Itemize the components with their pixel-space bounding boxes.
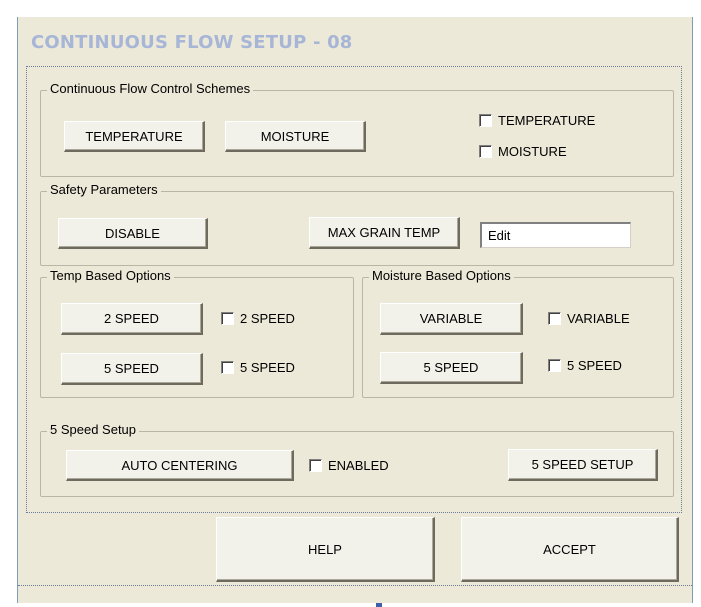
temperature-checkbox-box[interactable] <box>479 114 492 127</box>
max-grain-temp-button[interactable]: MAX GRAIN TEMP <box>309 217 460 249</box>
window-title: CONTINUOUS FLOW SETUP - 08 <box>31 32 353 53</box>
temperature-checkbox-label: TEMPERATURE <box>498 113 596 128</box>
bottom-divider <box>18 585 692 586</box>
moisture-5-speed-checkbox-label: 5 SPEED <box>567 358 622 373</box>
moisture-variable-checkbox[interactable]: VARIABLE <box>548 311 630 326</box>
moisture-checkbox-label: MOISTURE <box>498 144 567 159</box>
enabled-checkbox-label: ENABLED <box>328 458 389 473</box>
moisture-checkbox-box[interactable] <box>479 145 492 158</box>
enabled-checkbox[interactable]: ENABLED <box>309 458 389 473</box>
moisture-5-speed-button[interactable]: 5 SPEED <box>380 352 523 384</box>
moisture-5-speed-checkbox-box[interactable] <box>548 359 561 372</box>
moisture-variable-checkbox-label: VARIABLE <box>567 311 630 326</box>
temp-options-group: Temp Based Options 2 SPEED 2 SPEED 5 SPE… <box>40 268 354 398</box>
five-speed-setup-group: 5 Speed Setup AUTO CENTERING ENABLED 5 S… <box>40 422 674 497</box>
control-schemes-legend: Continuous Flow Control Schemes <box>47 81 254 96</box>
enabled-checkbox-box[interactable] <box>309 459 322 472</box>
temp-5-speed-button[interactable]: 5 SPEED <box>61 353 203 385</box>
disable-button[interactable]: DISABLE <box>58 218 208 249</box>
moisture-checkbox[interactable]: MOISTURE <box>479 144 567 159</box>
safety-group: Safety Parameters DISABLE MAX GRAIN TEMP <box>40 182 674 266</box>
temp-5-speed-checkbox[interactable]: 5 SPEED <box>221 360 295 375</box>
moisture-options-group: Moisture Based Options VARIABLE VARIABLE… <box>362 268 674 398</box>
five-speed-setup-button[interactable]: 5 SPEED SETUP <box>508 449 658 481</box>
temperature-button[interactable]: TEMPERATURE <box>64 121 205 152</box>
control-schemes-group: Continuous Flow Control Schemes TEMPERAT… <box>40 81 674 177</box>
help-button[interactable]: HELP <box>216 517 435 582</box>
temp-options-legend: Temp Based Options <box>47 268 174 283</box>
auto-centering-button[interactable]: AUTO CENTERING <box>66 450 294 481</box>
temp-2-speed-checkbox[interactable]: 2 SPEED <box>221 311 295 326</box>
moisture-5-speed-checkbox[interactable]: 5 SPEED <box>548 358 622 373</box>
temp-2-speed-button[interactable]: 2 SPEED <box>61 303 203 335</box>
temp-5-speed-checkbox-label: 5 SPEED <box>240 360 295 375</box>
moisture-button[interactable]: MOISTURE <box>225 121 366 152</box>
dialog-content: Continuous Flow Control Schemes TEMPERAT… <box>26 66 682 513</box>
safety-legend: Safety Parameters <box>47 182 161 197</box>
moisture-variable-checkbox-box[interactable] <box>548 312 561 325</box>
resize-mark <box>376 603 382 607</box>
five-speed-setup-legend: 5 Speed Setup <box>47 422 140 437</box>
max-grain-temp-input[interactable] <box>480 222 631 248</box>
dialog-window: CONTINUOUS FLOW SETUP - 08 Continuous Fl… <box>17 17 693 607</box>
moisture-variable-button[interactable]: VARIABLE <box>380 303 523 335</box>
temperature-checkbox[interactable]: TEMPERATURE <box>479 113 595 128</box>
temp-5-speed-checkbox-box[interactable] <box>221 361 234 374</box>
title-bar: CONTINUOUS FLOW SETUP - 08 <box>18 17 692 64</box>
accept-button[interactable]: ACCEPT <box>461 517 679 582</box>
moisture-options-legend: Moisture Based Options <box>369 268 514 283</box>
temp-2-speed-checkbox-label: 2 SPEED <box>240 311 295 326</box>
temp-2-speed-checkbox-box[interactable] <box>221 312 234 325</box>
